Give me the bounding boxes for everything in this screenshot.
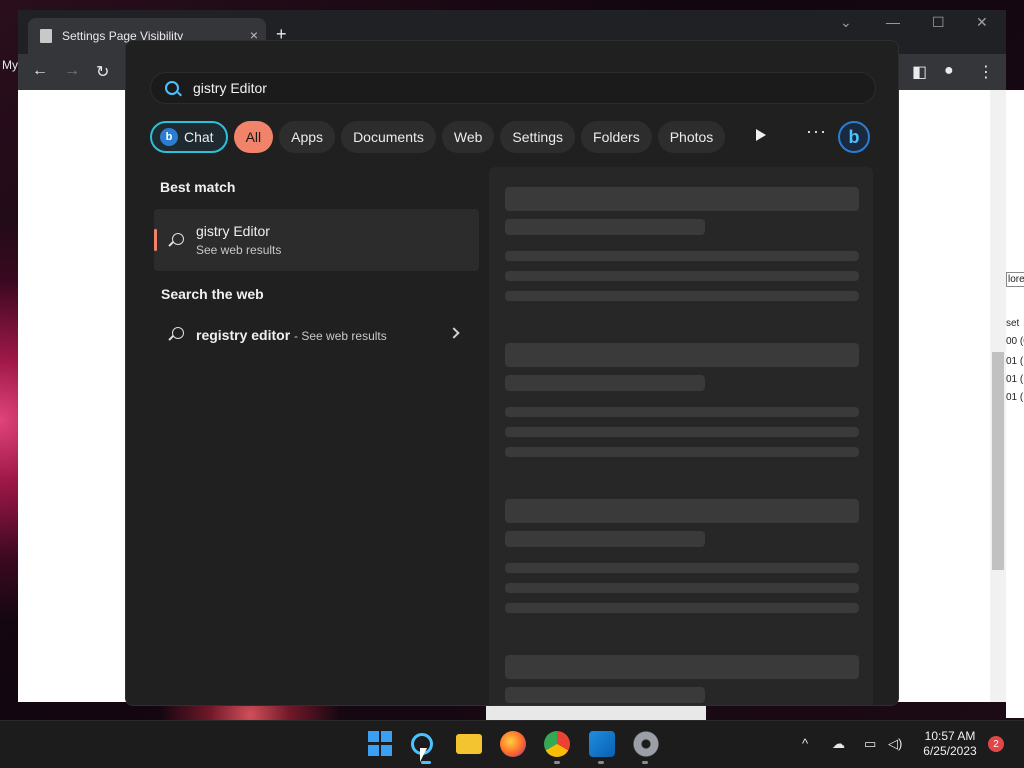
best-match-result[interactable]: gistry Editor See web results xyxy=(154,209,479,271)
strip-text: 00 (0 xyxy=(1006,336,1024,347)
show-hidden-icons-chevron-icon[interactable]: ^ xyxy=(802,736,808,751)
tab-search-icon[interactable]: ⌄ xyxy=(840,14,852,31)
network-icon[interactable]: ▭ xyxy=(864,736,876,752)
skeleton-line xyxy=(505,687,705,703)
clock-date: 6/25/2023 xyxy=(923,744,977,758)
start-search-panel: b Chat All Apps Documents Web Settings F… xyxy=(125,40,899,706)
search-web-heading: Search the web xyxy=(161,286,264,302)
filter-apps[interactable]: Apps xyxy=(279,121,336,153)
chrome-icon[interactable] xyxy=(544,731,570,757)
forward-arrow-icon[interactable]: → xyxy=(64,62,80,80)
skeleton-line xyxy=(505,407,859,417)
running-indicator xyxy=(598,761,604,764)
strip-text: set xyxy=(1006,318,1020,329)
search-input[interactable] xyxy=(193,80,793,96)
result-subtitle: See web results xyxy=(196,243,282,257)
skeleton-line xyxy=(505,447,859,457)
skeleton-line xyxy=(505,375,705,391)
skeleton-line xyxy=(505,251,859,261)
filter-photos[interactable]: Photos xyxy=(657,121,726,153)
skeleton-line xyxy=(505,343,859,367)
strip-text: 01 (1 xyxy=(1006,392,1024,403)
web-query-text: registry editor xyxy=(196,327,291,343)
more-options-icon[interactable]: ··· xyxy=(806,121,827,142)
strip-text: 01 (1 xyxy=(1006,374,1024,385)
scrollbar-thumb[interactable] xyxy=(992,352,1004,570)
search-icon xyxy=(165,81,179,95)
reload-icon[interactable]: ↻ xyxy=(96,62,109,82)
search-icon xyxy=(172,327,184,339)
document-icon xyxy=(40,29,52,43)
skeleton-line xyxy=(505,499,859,523)
filter-label: Chat xyxy=(184,129,214,145)
bing-icon[interactable]: b xyxy=(838,121,870,153)
profile-icon[interactable]: ● xyxy=(944,62,954,80)
filter-chips: b Chat All Apps Documents Web Settings F… xyxy=(150,121,726,153)
filter-settings[interactable]: Settings xyxy=(500,121,576,153)
filter-documents[interactable]: Documents xyxy=(341,121,436,153)
minimize-button[interactable]: — xyxy=(886,14,900,30)
skeleton-line xyxy=(505,271,859,281)
preview-pane-loading xyxy=(489,167,873,705)
system-clock[interactable]: 10:57 AM 6/25/2023 xyxy=(918,729,982,759)
filter-folders[interactable]: Folders xyxy=(581,121,652,153)
background-scrollbar xyxy=(486,706,706,720)
search-box[interactable] xyxy=(150,72,876,104)
chevron-right-icon[interactable] xyxy=(448,327,460,339)
result-title: gistry Editor xyxy=(196,223,270,239)
skeleton-line xyxy=(505,583,859,593)
running-indicator xyxy=(642,761,648,764)
back-arrow-icon[interactable]: ← xyxy=(32,62,48,80)
volume-icon[interactable]: ◁) xyxy=(888,736,902,752)
firefox-icon[interactable] xyxy=(500,731,526,757)
filter-all[interactable]: All xyxy=(233,121,274,153)
strip-text: lore xyxy=(1006,272,1024,287)
selection-accent xyxy=(154,229,157,251)
mouse-cursor-icon xyxy=(420,748,427,762)
settings-icon[interactable] xyxy=(633,731,659,757)
web-query: registry editor - See web results xyxy=(196,327,387,343)
close-button[interactable]: ✕ xyxy=(976,14,988,31)
start-icon[interactable] xyxy=(368,731,394,757)
clock-time: 10:57 AM xyxy=(924,729,976,743)
file-explorer-icon[interactable] xyxy=(456,734,482,754)
bing-chat-icon: b xyxy=(160,128,178,146)
web-suggestion[interactable]: registry editor - See web results xyxy=(154,319,479,351)
skeleton-line xyxy=(505,187,859,211)
side-panel-icon[interactable]: ◧ xyxy=(912,62,927,82)
skeleton-line xyxy=(505,563,859,573)
background-window-strip: lore set 00 (0 01 (1 01 (1 01 (1 xyxy=(1006,90,1024,718)
search-icon xyxy=(172,233,184,245)
skeleton-line xyxy=(505,427,859,437)
side-label: My xyxy=(2,58,18,72)
onedrive-icon[interactable]: ☁ xyxy=(832,736,845,752)
python-icon[interactable] xyxy=(589,731,615,757)
strip-text: 01 (1 xyxy=(1006,356,1024,367)
skeleton-line xyxy=(505,655,859,679)
skeleton-line xyxy=(505,603,859,613)
play-icon[interactable] xyxy=(756,129,766,141)
skeleton-line xyxy=(505,531,705,547)
best-match-heading: Best match xyxy=(160,179,236,195)
menu-kebab-icon[interactable]: ⋮ xyxy=(978,62,994,82)
running-indicator xyxy=(554,761,560,764)
web-query-hint: - See web results xyxy=(294,329,387,343)
filter-web[interactable]: Web xyxy=(441,121,495,153)
notification-badge[interactable]: 2 xyxy=(988,736,1004,752)
skeleton-line xyxy=(505,291,859,301)
skeleton-line xyxy=(505,219,705,235)
filter-chat[interactable]: b Chat xyxy=(150,121,228,153)
maximize-button[interactable]: ☐ xyxy=(932,14,945,31)
